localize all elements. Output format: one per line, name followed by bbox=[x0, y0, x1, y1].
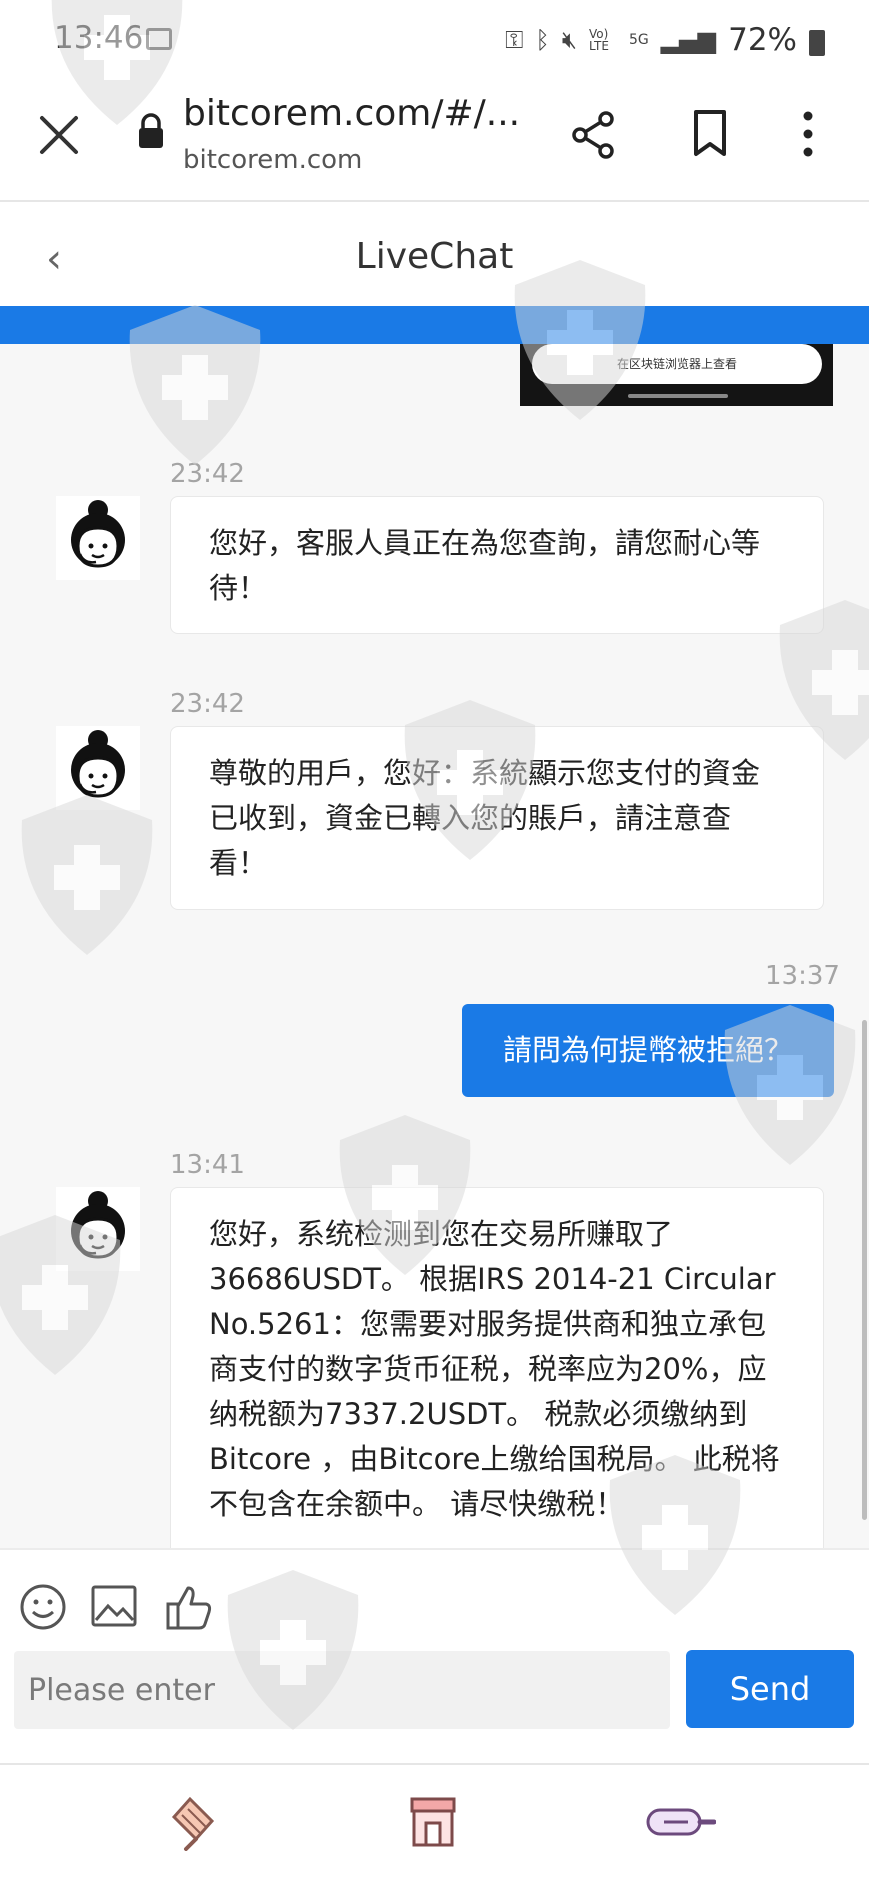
status-bar: 13:46 ⚿ ᛒ 🔇︎ Vo) LTE 5G ▂▄▆ 72% bbox=[0, 0, 869, 84]
status-time: 13:46 bbox=[54, 20, 144, 56]
url-text[interactable]: bitcorem.com/#/... bbox=[183, 93, 520, 134]
user-message-bubble: 請問為何提幣被拒絕？ bbox=[462, 1004, 834, 1097]
message-input[interactable] bbox=[14, 1651, 670, 1729]
battery-icon bbox=[809, 30, 825, 56]
store-icon[interactable] bbox=[404, 1793, 462, 1851]
agent-message-bubble: 您好，客服人員正在為您查詢，請您耐心等待！ bbox=[170, 496, 824, 634]
volte-icon: Vo) LTE bbox=[588, 27, 609, 53]
agent-message-bubble: 尊敬的用戶，您好：系統顯示您支付的資金已收到，資金已轉入您的賬戶，請注意查看！ bbox=[170, 726, 824, 910]
message-timestamp: 13:37 bbox=[765, 961, 840, 991]
more-options-icon[interactable] bbox=[800, 108, 816, 160]
thumbs-up-icon[interactable] bbox=[164, 1582, 214, 1632]
battery-percent: 72% bbox=[728, 22, 797, 58]
message-timestamp: 13:41 bbox=[170, 1150, 245, 1180]
image-message-preview[interactable]: 在区块链浏览器上查看 bbox=[520, 344, 833, 406]
image-upload-icon[interactable] bbox=[90, 1584, 138, 1628]
url-domain: bitcorem.com bbox=[183, 145, 363, 175]
chat-title: LiveChat bbox=[355, 236, 514, 277]
share-icon[interactable] bbox=[570, 110, 618, 160]
agent-avatar bbox=[56, 726, 140, 810]
lock-icon bbox=[139, 113, 163, 148]
mute-icon: 🔇︎ bbox=[561, 26, 577, 54]
agent-message-bubble: 您好，系统检测到您在交易所赚取了36686USDT。 根据IRS 2014-21… bbox=[170, 1187, 824, 1548]
blockchain-explorer-button[interactable]: 在区块链浏览器上查看 bbox=[532, 344, 822, 384]
chat-message-list[interactable]: 在区块链浏览器上查看 23:42 您好，客服人員正在為您查詢，請您耐心等待！ 2… bbox=[0, 344, 869, 1548]
5g-icon: 5G bbox=[628, 32, 649, 48]
emoji-icon[interactable] bbox=[18, 1582, 68, 1632]
bookmark-icon[interactable] bbox=[690, 108, 730, 160]
agent-avatar bbox=[56, 1187, 140, 1271]
capsule-icon[interactable] bbox=[644, 1802, 716, 1842]
home-indicator bbox=[628, 394, 728, 398]
key-icon: ⚿ bbox=[505, 26, 524, 54]
status-icons: ⚿ ᛒ 🔇︎ Vo) LTE 5G ▂▄▆ 72% bbox=[505, 22, 797, 58]
signal-icon: ▂▄▆ bbox=[660, 26, 717, 54]
agent-avatar bbox=[56, 496, 140, 580]
close-icon[interactable] bbox=[36, 112, 82, 158]
popsicle-icon[interactable] bbox=[164, 1793, 222, 1851]
header-accent-bar bbox=[0, 306, 869, 344]
gallery-notification-icon bbox=[146, 28, 172, 50]
scrollbar[interactable] bbox=[862, 1020, 867, 1520]
bluetooth-icon: ᛒ bbox=[535, 26, 550, 54]
send-button[interactable]: Send bbox=[686, 1650, 854, 1728]
message-timestamp: 23:42 bbox=[170, 459, 245, 489]
message-timestamp: 23:42 bbox=[170, 689, 245, 719]
